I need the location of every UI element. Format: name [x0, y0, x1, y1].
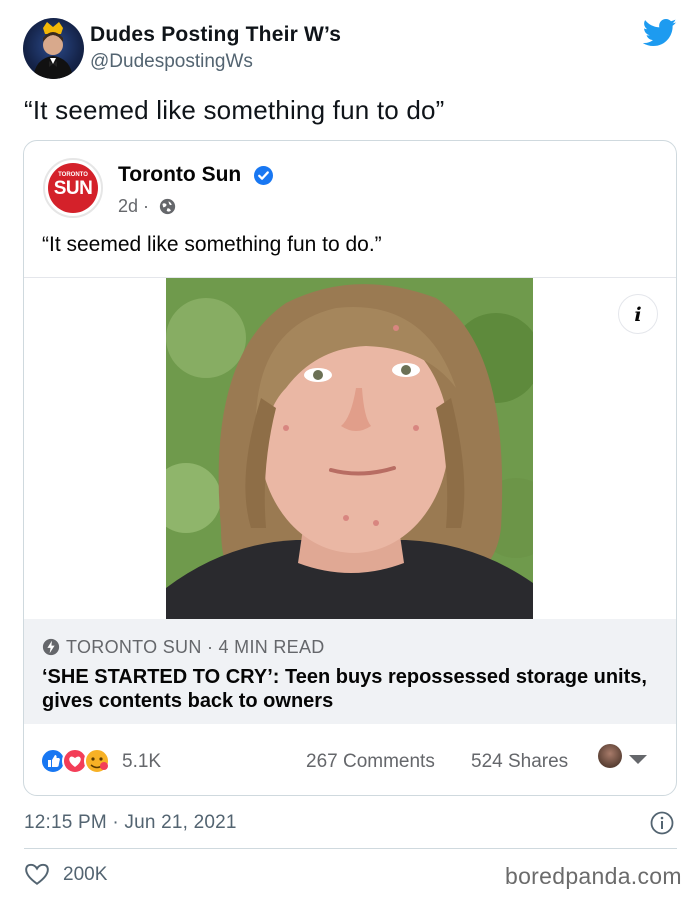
like-count[interactable]: 200K: [63, 864, 107, 886]
caret-down-icon[interactable]: [629, 755, 647, 764]
watermark: boredpanda.com: [505, 863, 682, 889]
link-headline[interactable]: ‘SHE STARTED TO CRY’: Teen buys reposses…: [42, 665, 652, 713]
bolt-icon: [42, 638, 60, 656]
globe-icon: [159, 198, 176, 215]
toronto-sun-logo[interactable]: TORONTO SUN: [43, 158, 103, 218]
embedded-post-card[interactable]: TORONTO SUN Toronto Sun 2d · “It seemed …: [23, 140, 677, 796]
post-text: “It seemed like something fun to do.”: [42, 233, 382, 256]
page-name[interactable]: Toronto Sun: [118, 163, 241, 187]
info-circle-icon[interactable]: [650, 811, 674, 835]
post-photo[interactable]: [166, 278, 533, 620]
info-button[interactable]: i: [618, 294, 658, 334]
tweet-timestamp[interactable]: 12:15 PM · Jun 21, 2021: [24, 812, 237, 834]
reaction-icons[interactable]: [40, 748, 120, 774]
post-photo-area[interactable]: [24, 277, 676, 620]
post-time[interactable]: 2d ·: [118, 196, 149, 217]
author-avatar[interactable]: [23, 18, 84, 79]
tweet-text: “It seemed like something fun to do”: [24, 95, 445, 125]
info-icon: i: [634, 304, 642, 326]
heart-icon[interactable]: [24, 862, 50, 886]
comments-count[interactable]: 267 Comments: [306, 751, 435, 773]
shares-count[interactable]: 524 Shares: [471, 751, 568, 773]
display-name[interactable]: Dudes Posting Their W’s: [90, 23, 341, 47]
link-preview[interactable]: TORONTO SUN · 4 MIN READ ‘SHE STARTED TO…: [24, 619, 676, 724]
link-source: TORONTO SUN · 4 MIN READ: [66, 637, 325, 657]
twitter-bird-icon[interactable]: [642, 18, 677, 48]
user-handle[interactable]: @DudespostingWs: [90, 51, 253, 73]
divider: [24, 848, 677, 849]
reaction-count[interactable]: 5.1K: [122, 751, 161, 773]
verified-badge-icon: [254, 166, 273, 185]
logo-word: SUN: [53, 178, 93, 199]
viewer-avatar[interactable]: [598, 744, 622, 768]
